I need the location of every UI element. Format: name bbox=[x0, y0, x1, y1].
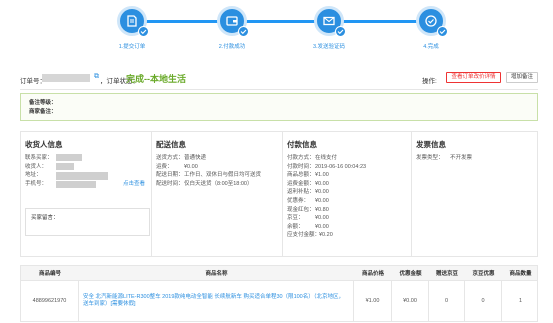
delivery-info: 配送信息 送货方式：普通快递 运费： ¥0.00 配送日期：工作日、双休日与假日均… bbox=[152, 132, 283, 256]
buyer-message-box: 买家留言： bbox=[25, 208, 150, 236]
receiver-title: 收货人信息 bbox=[25, 140, 63, 149]
payment-title: 付款信息 bbox=[287, 140, 317, 149]
step-complete: 4.完成 bbox=[386, 6, 476, 50]
invoice-title: 发票信息 bbox=[416, 140, 446, 149]
check-badge-icon bbox=[335, 26, 346, 37]
info-row: 商品总额：¥1.00 bbox=[287, 172, 329, 179]
check-badge-icon bbox=[437, 26, 448, 37]
info-row: 配送日期：工作日、双休日与假日均可送货 bbox=[156, 172, 262, 179]
product-quantity: 1 bbox=[518, 298, 523, 304]
info-row: 地址： bbox=[25, 172, 42, 179]
info-row: 运费金额：¥0.00 bbox=[287, 180, 329, 187]
info-row: 优惠券： ¥0.00 bbox=[287, 197, 329, 204]
product-bean-discount: 0 bbox=[465, 281, 502, 321]
order-status-value: 完成--本地生活 bbox=[126, 74, 186, 84]
step-label: 3.发送验证码 bbox=[312, 44, 346, 50]
redacted-name bbox=[56, 163, 74, 170]
step-label: 4.完成 bbox=[423, 44, 439, 50]
step-submit-order: 1.提交订单 bbox=[87, 6, 177, 50]
add-remark-button[interactable]: 增加备注 bbox=[506, 72, 538, 83]
product-discount: ¥0.00 bbox=[392, 281, 429, 321]
view-price-change-button[interactable]: 查看订单改价详情 bbox=[446, 72, 501, 83]
info-row: 返利补贴：¥0.00 bbox=[287, 189, 329, 196]
receiver-info: 收货人信息 联系买家： 收货人： 地址： 手机号： 点击查看 买家留言： bbox=[21, 132, 152, 256]
check-badge-icon bbox=[138, 26, 149, 37]
progress-steps: 1.提交订单 2.付款成功 3.发送验证码 4.完成 bbox=[0, 0, 553, 62]
operations-label: 操作: bbox=[422, 78, 437, 85]
copy-icon[interactable]: ⧉ bbox=[94, 73, 99, 81]
delivery-title: 配送信息 bbox=[156, 140, 186, 149]
col-discount: 优惠金额 bbox=[399, 271, 422, 277]
redacted-buyer bbox=[56, 154, 82, 161]
info-row: 应支付金额：¥0.20 bbox=[287, 232, 333, 239]
info-row: 现金红包：¥0.80 bbox=[287, 206, 329, 213]
info-row: 手机号： 点击查看 bbox=[25, 180, 146, 187]
check-circle-icon bbox=[416, 6, 448, 37]
product-price: ¥1.00 bbox=[354, 281, 392, 321]
info-row: 送货方式：普通快递 bbox=[156, 155, 207, 161]
order-number-redacted bbox=[42, 74, 90, 82]
order-header: 订单号： ⧉ ，订单状态： 完成--本地生活 操作: 查看订单改价详情 增加备注 bbox=[20, 72, 538, 88]
product-beans: 0 bbox=[429, 281, 465, 321]
product-table: 商品编号 商品名称 商品价格 优惠金额 赠送京豆 京豆优惠 商品数量 48899… bbox=[20, 265, 538, 322]
step-label: 1.提交订单 bbox=[118, 44, 146, 50]
info-row: 付款方式：在线支付 bbox=[287, 155, 338, 161]
product-id: 48899621970 bbox=[21, 281, 79, 321]
table-row: 48899621970 安全 北汽新能源LITE-R300整车 2019款纯电动… bbox=[21, 281, 537, 321]
invoice-info: 发票信息 发票类型： 不开发票 bbox=[412, 132, 537, 256]
info-row: 收货人： bbox=[25, 163, 48, 170]
remark-box: 备注等级： 商家备注： bbox=[20, 93, 538, 121]
step-label: 2.付款成功 bbox=[218, 44, 246, 50]
col-quantity: 商品数量 bbox=[509, 271, 532, 277]
document-icon bbox=[117, 6, 149, 37]
info-row: 发票类型： 不开发票 bbox=[416, 155, 473, 161]
col-product-id: 商品编号 bbox=[38, 271, 61, 277]
info-row: 联系买家： bbox=[25, 155, 53, 161]
payment-info: 付款信息 付款方式：在线支付 付款时间：2019-06-16 00:04:23 … bbox=[283, 132, 412, 256]
step-send-code: 3.发送验证码 bbox=[284, 6, 374, 50]
redacted-address bbox=[56, 172, 108, 180]
divider bbox=[20, 89, 538, 90]
redacted-phone bbox=[56, 181, 96, 188]
merchant-remark-label: 商家备注： bbox=[29, 109, 57, 115]
col-beans: 赠送京豆 bbox=[435, 271, 458, 277]
info-row: 配送时间：仅白天送货（8:00至18:00） bbox=[156, 180, 253, 187]
envelope-icon bbox=[314, 6, 346, 37]
info-row: 余额： ¥0.00 bbox=[287, 223, 329, 230]
table-header: 商品编号 商品名称 商品价格 优惠金额 赠送京豆 京豆优惠 商品数量 bbox=[21, 266, 537, 281]
col-bean-discount: 京豆优惠 bbox=[472, 271, 495, 277]
info-row: 京豆： ¥0.00 bbox=[287, 215, 329, 222]
info-row: 付款时间：2019-06-16 00:04:23 bbox=[287, 163, 367, 170]
remark-level-label: 备注等级： bbox=[29, 100, 57, 106]
info-row: 运费： ¥0.00 bbox=[156, 163, 198, 170]
wallet-icon bbox=[217, 6, 249, 37]
col-price: 商品价格 bbox=[361, 271, 384, 277]
product-name-link[interactable]: 安全 北汽新能源LITE-R300整车 2019款纯电动全智能 长续航新车 购买… bbox=[79, 281, 354, 321]
check-badge-icon bbox=[238, 26, 249, 37]
step-payment-success: 2.付款成功 bbox=[187, 6, 277, 50]
col-product-name: 商品名称 bbox=[205, 271, 228, 277]
order-info-panel: 收货人信息 联系买家： 收货人： 地址： 手机号： 点击查看 买家留言： 配送信息… bbox=[20, 131, 538, 257]
view-phone-link[interactable]: 点击查看 bbox=[123, 180, 145, 189]
buyer-message-label: 买家留言： bbox=[31, 215, 59, 221]
